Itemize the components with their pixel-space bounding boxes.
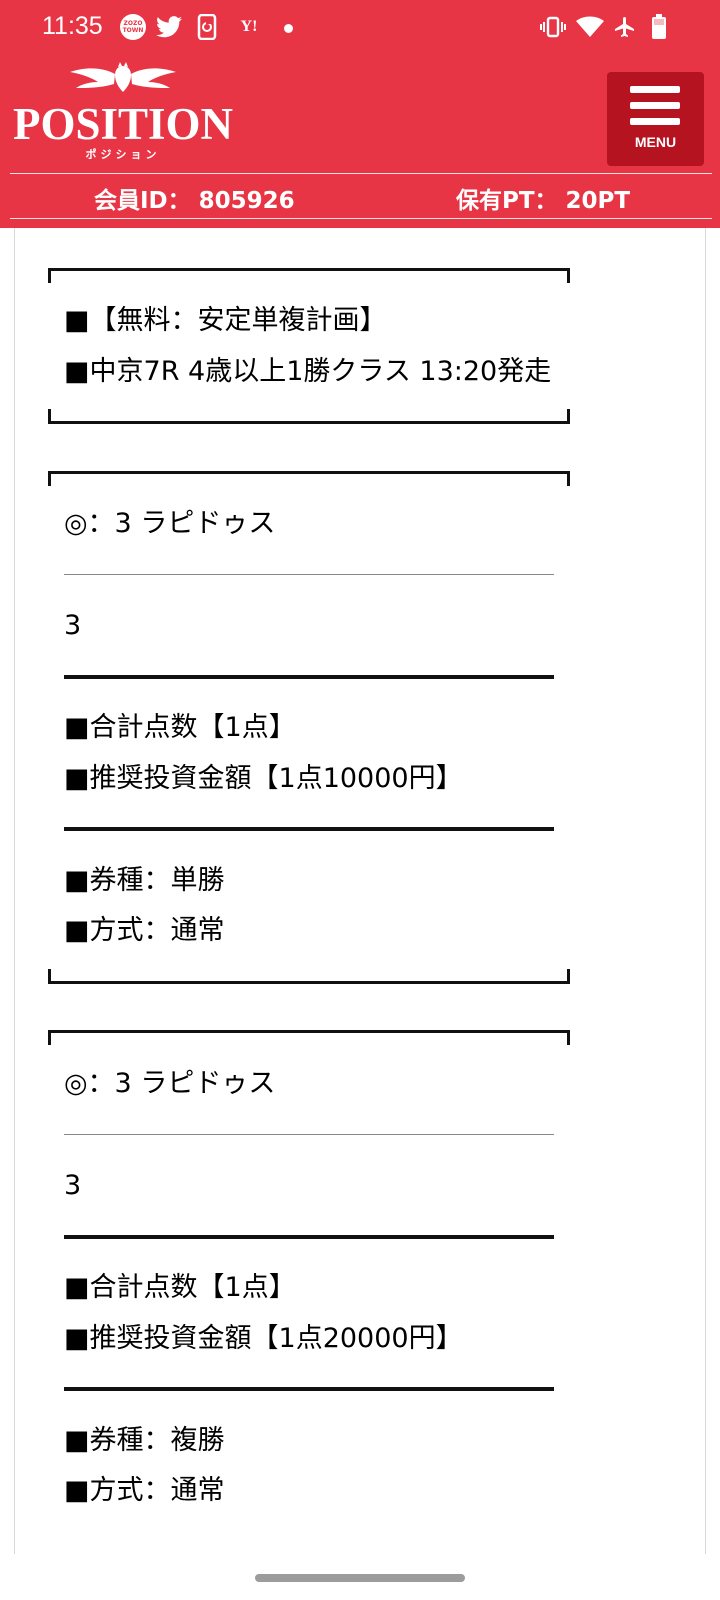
menu-label: MENU xyxy=(634,134,677,150)
box-top-border xyxy=(48,471,570,486)
ticket-type: ■券種：単勝 xyxy=(64,865,225,896)
divider xyxy=(64,574,554,575)
system-nav-bar xyxy=(0,1554,720,1600)
bet-method: ■方式：通常 xyxy=(64,1475,225,1506)
box-top-border xyxy=(48,1030,570,1045)
divider xyxy=(64,1134,554,1135)
horse-number: 3 xyxy=(64,1170,82,1201)
wifi-icon xyxy=(576,14,604,40)
box-bottom-border xyxy=(48,409,570,424)
zozotown-icon: ZOZO TOWN xyxy=(120,14,146,40)
owl-wings-icon xyxy=(70,62,176,92)
battery-icon xyxy=(646,14,672,40)
divider xyxy=(64,1387,554,1391)
points-balance: 保有PT： 20PT xyxy=(456,188,631,214)
hamburger-icon xyxy=(630,102,680,109)
plan-title: ■【無料：安定単複計画】 xyxy=(64,305,387,336)
divider xyxy=(64,827,554,831)
airplane-icon xyxy=(612,14,638,40)
total-points: ■合計点数【1点】 xyxy=(64,712,296,743)
member-id: 会員ID： 805926 xyxy=(94,188,295,214)
ticket-type: ■券種：複勝 xyxy=(64,1425,225,1456)
yahoo-icon: Y! xyxy=(240,18,258,35)
phone-sync-icon xyxy=(194,14,220,40)
menu-button[interactable]: MENU xyxy=(607,72,704,166)
vibrate-icon xyxy=(540,14,566,40)
logo-subtext: ポジション xyxy=(85,148,161,161)
horse-pick: ◎：3 ラピドゥス xyxy=(64,1068,276,1099)
divider xyxy=(10,173,712,174)
horse-number: 3 xyxy=(64,610,82,641)
bet-method: ■方式：通常 xyxy=(64,915,225,946)
divider xyxy=(10,218,712,219)
hamburger-icon xyxy=(630,86,680,93)
recommended-investment: ■推奨投資金額【1点20000円】 xyxy=(64,1323,463,1354)
status-bar: 11:35 ZOZO TOWN Y! xyxy=(0,0,720,56)
divider xyxy=(64,675,554,679)
status-time: 11:35 xyxy=(42,12,103,40)
intro-box xyxy=(48,268,570,424)
dot-icon xyxy=(284,24,293,33)
zozotown-icon-line1: ZOZO xyxy=(123,20,143,27)
logo-text: POSITION xyxy=(12,99,234,149)
member-info-bar: 会員ID： 805926 保有PT： 20PT xyxy=(0,176,720,218)
zozotown-icon-line2: TOWN xyxy=(122,27,144,34)
total-points: ■合計点数【1点】 xyxy=(64,1272,296,1303)
position-logo[interactable]: POSITION ポジション xyxy=(8,62,238,162)
horse-pick: ◎：3 ラピドゥス xyxy=(64,508,276,539)
box-top-border xyxy=(48,268,570,283)
divider xyxy=(64,1235,554,1239)
recommended-investment: ■推奨投資金額【1点10000円】 xyxy=(64,763,463,794)
site-header: 11:35 ZOZO TOWN Y! POSITION ポジション MENU 会… xyxy=(0,0,720,228)
hamburger-icon xyxy=(630,118,680,125)
twitter-icon xyxy=(156,14,182,40)
home-gesture-handle[interactable] xyxy=(255,1574,465,1582)
race-info: ■中京7R 4歳以上1勝クラス 13:20発走 xyxy=(64,356,552,387)
box-bottom-border xyxy=(48,969,570,984)
